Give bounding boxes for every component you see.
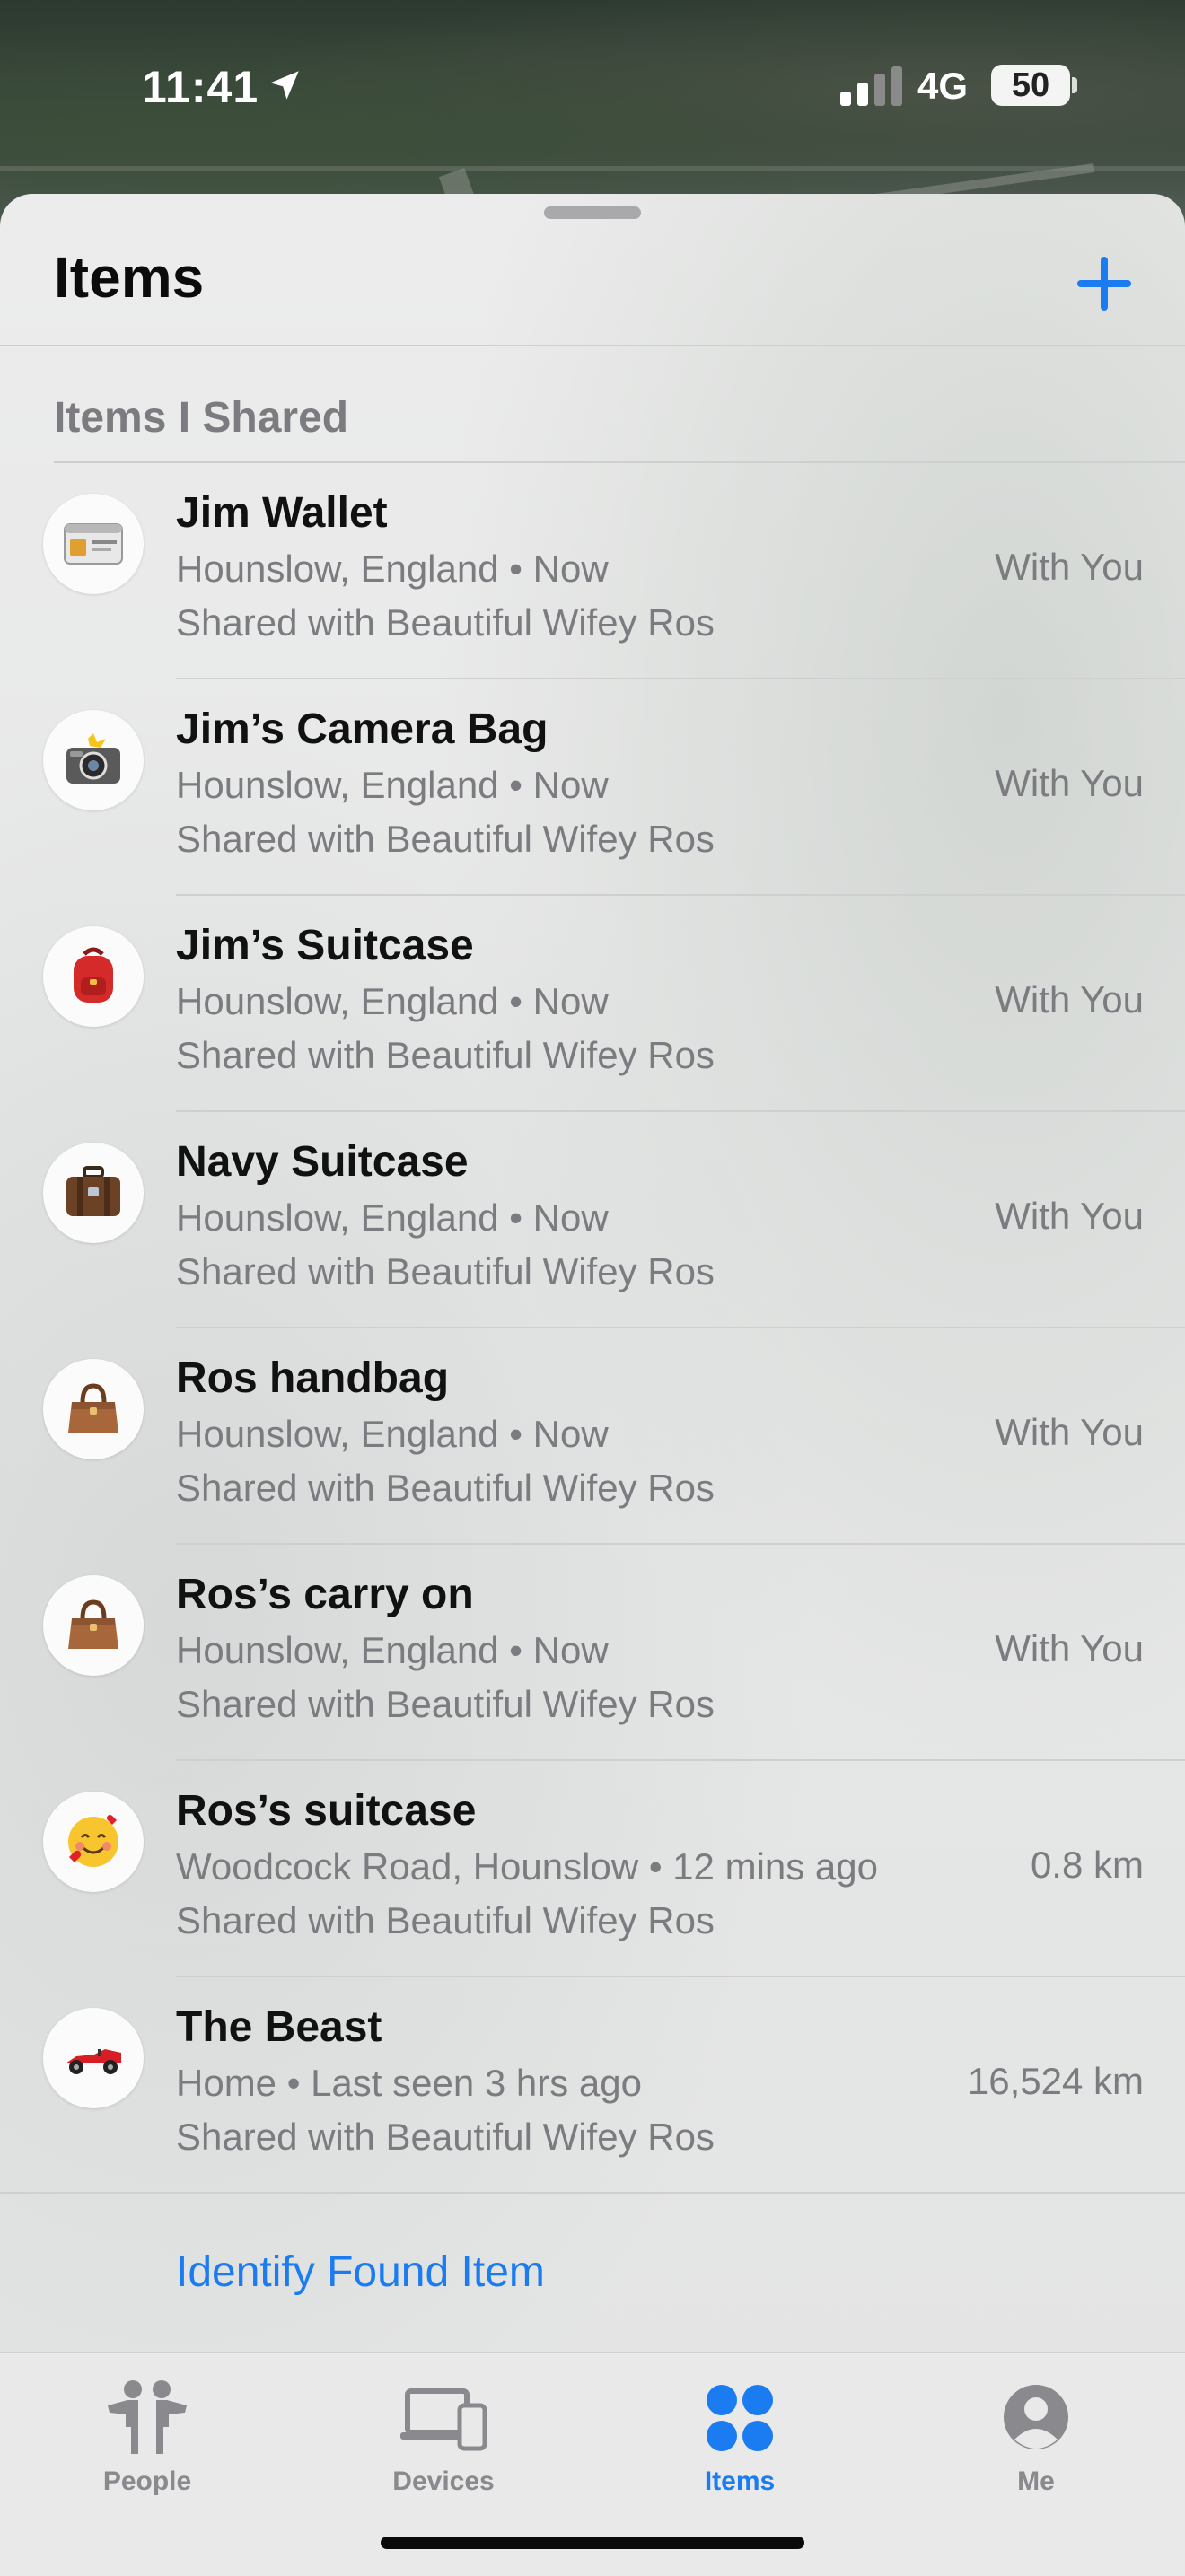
identify-found-item-link[interactable]: Identify Found Item [176,2247,545,2297]
item-distance: With You [995,1627,1144,1669]
item-location: Hounslow, England • Now [176,1413,609,1455]
page-title: Items [54,245,205,310]
item-shared-with: Shared with Beautiful Wifey Ros [176,1899,715,1941]
tab-label: Devices [392,2466,495,2496]
luggage-icon [66,1166,120,1216]
id-card-icon [64,523,123,565]
battery-icon: 50 [991,65,1070,106]
tab-label: People [102,2466,192,2496]
item-name: Jim’s Camera Bag [176,705,549,753]
item-avatar [43,2008,144,2108]
item-name: Jim Wallet [176,489,388,537]
section-title: Items I Shared [54,394,349,442]
tab-devices[interactable]: Devices [354,2371,533,2497]
item-avatar [43,494,144,594]
item-location: Woodcock Road, Hounslow • 12 mins ago [176,1845,879,1888]
item-avatar [43,926,144,1027]
location-arrow-icon [270,71,299,100]
list-item[interactable]: Ros’s carry on Hounslow, England • Now S… [0,1545,1185,1761]
item-distance: With You [995,1195,1144,1237]
status-bar: 11:41 4G 50 [0,0,1185,171]
tab-people[interactable]: People [57,2371,237,2497]
item-avatar [43,710,144,810]
status-time: 11:41 [142,62,259,112]
list-item[interactable]: The Beast Home • Last seen 3 hrs ago Sha… [0,1977,1185,2194]
cellular-signal-icon [840,66,902,106]
item-shared-with: Shared with Beautiful Wifey Ros [176,2116,715,2158]
tab-label: Me [1017,2466,1055,2496]
people-icon [108,2380,187,2454]
item-shared-with: Shared with Beautiful Wifey Ros [176,1250,715,1292]
race-car-icon [66,2049,121,2074]
battery-tip [1072,77,1077,93]
item-distance: With You [995,978,1144,1021]
item-avatar [43,1143,144,1243]
item-name: Jim’s Suitcase [176,922,474,969]
sheet-grabber[interactable] [544,206,641,219]
plus-icon[interactable] [1068,248,1140,320]
item-location: Hounslow, England • Now [176,764,609,806]
items-sheet: Items Items I Shared Jim Wallet Hounslow… [0,194,1185,2574]
item-distance: With You [995,1411,1144,1453]
items-icon [707,2385,773,2451]
item-location: Home • Last seen 3 hrs ago [176,2062,642,2104]
item-name: The Beast [176,2003,382,2051]
me-icon [1004,2385,1068,2449]
list-item[interactable]: Ros’s suitcase Woodcock Road, Hounslow •… [0,1761,1185,1977]
list-item[interactable]: Jim’s Suitcase Hounslow, England • Now S… [0,896,1185,1112]
item-name: Ros’s carry on [176,1571,474,1618]
item-name: Ros’s suitcase [176,1787,477,1835]
item-shared-with: Shared with Beautiful Wifey Ros [176,1467,715,1509]
network-type: 4G [917,65,969,107]
tab-me[interactable]: Me [946,2371,1126,2497]
item-distance: 0.8 km [1030,1844,1144,1886]
item-location: Hounslow, England • Now [176,980,609,1022]
list-item[interactable]: Navy Suitcase Hounslow, England • Now Sh… [0,1112,1185,1328]
item-distance: With You [995,762,1144,804]
header-divider [0,345,1185,346]
items-list: Jim Wallet Hounslow, England • Now Share… [0,463,1185,2194]
item-name: Ros handbag [176,1354,450,1402]
item-shared-with: Shared with Beautiful Wifey Ros [176,601,715,644]
smiling-face-hearts-icon [68,1814,118,1867]
battery-level: 50 [1011,66,1050,104]
backpack-icon [74,947,113,1003]
list-item[interactable]: Ros handbag Hounslow, England • Now Shar… [0,1328,1185,1545]
item-shared-with: Shared with Beautiful Wifey Ros [176,1683,715,1725]
row-divider [0,2192,1185,2194]
handbag-icon [68,1599,118,1649]
item-distance: With You [995,546,1144,588]
devices-icon [400,2388,487,2451]
tab-items[interactable]: Items [650,2371,830,2497]
item-name: Navy Suitcase [176,1138,469,1186]
home-indicator[interactable] [381,2537,804,2549]
item-location: Hounslow, England • Now [176,1629,609,1671]
item-location: Hounslow, England • Now [176,548,609,590]
item-distance: 16,524 km [967,2060,1144,2102]
list-item[interactable]: Jim Wallet Hounslow, England • Now Share… [0,463,1185,679]
item-avatar [43,1792,144,1892]
camera-flash-icon [66,733,120,784]
tab-label: Items [704,2466,776,2496]
handbag-icon [68,1383,118,1433]
list-item[interactable]: Jim’s Camera Bag Hounslow, England • Now… [0,679,1185,896]
item-shared-with: Shared with Beautiful Wifey Ros [176,818,715,860]
item-location: Hounslow, England • Now [176,1196,609,1239]
item-avatar [43,1575,144,1676]
item-shared-with: Shared with Beautiful Wifey Ros [176,1034,715,1076]
item-avatar [43,1359,144,1459]
